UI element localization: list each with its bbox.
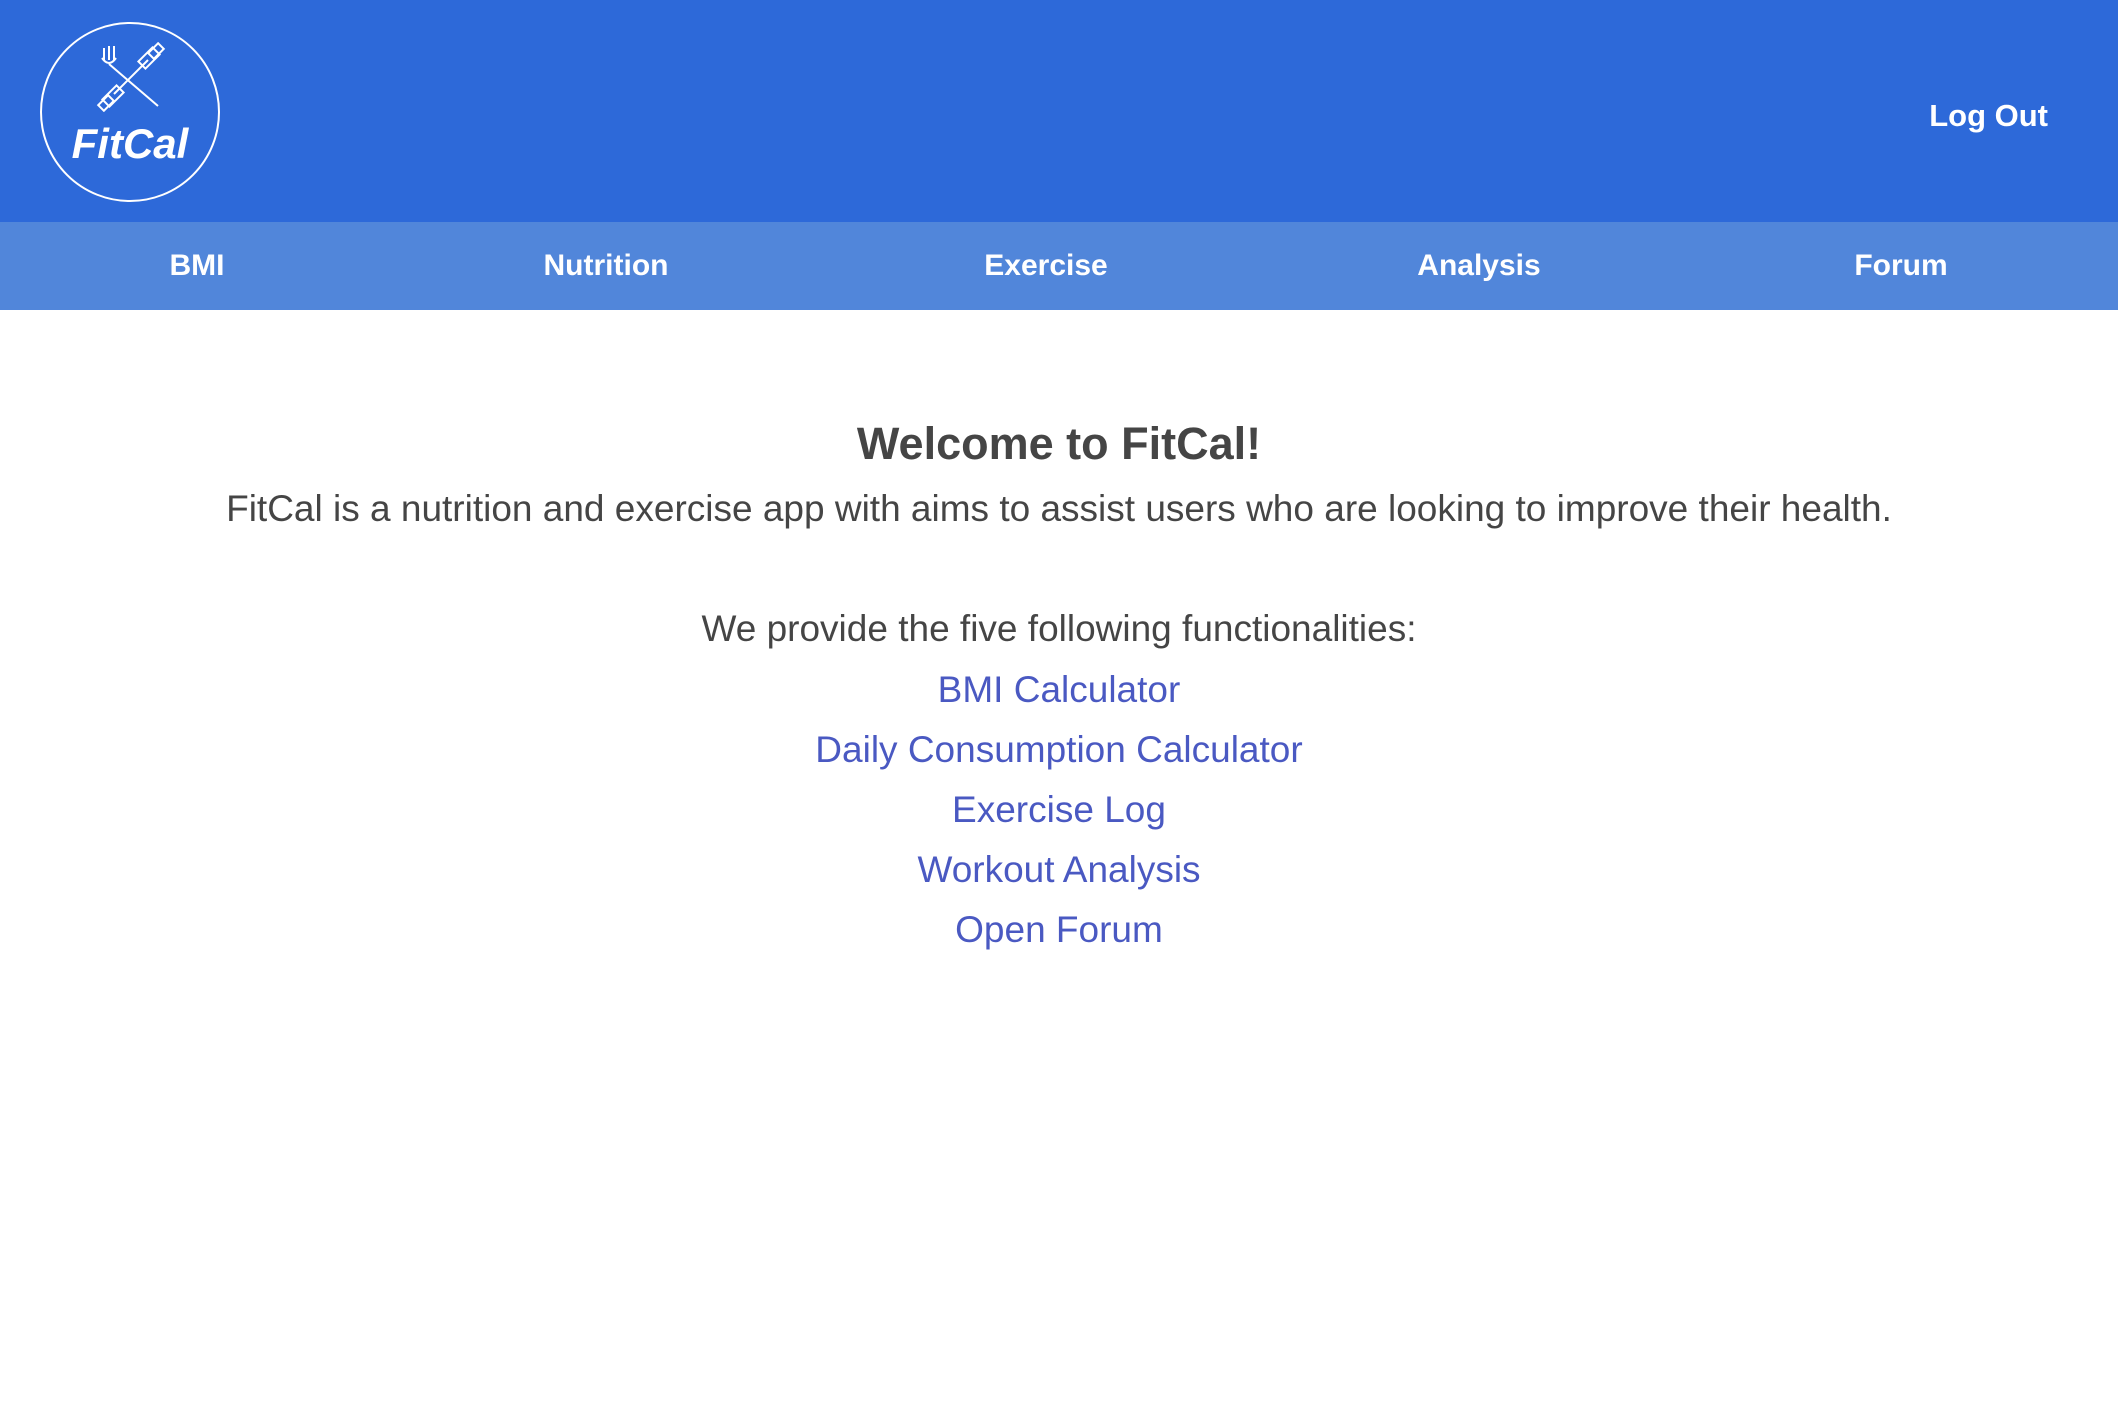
- list-item: Open Forum: [0, 900, 2118, 960]
- open-forum-link[interactable]: Open Forum: [955, 909, 1163, 950]
- daily-consumption-calculator-link[interactable]: Daily Consumption Calculator: [815, 729, 1302, 770]
- nav-item-exercise[interactable]: Exercise: [984, 222, 1107, 310]
- page-title: Welcome to FitCal!: [856, 418, 1262, 469]
- bmi-calculator-link[interactable]: BMI Calculator: [938, 669, 1181, 710]
- nav-item-forum[interactable]: Forum: [1854, 222, 1947, 310]
- fork-dumbbell-icon: [96, 42, 166, 112]
- header: FitCal Log Out: [0, 0, 2118, 222]
- list-item: BMI Calculator: [0, 660, 2118, 720]
- workout-analysis-link[interactable]: Workout Analysis: [917, 849, 1200, 890]
- exercise-log-link[interactable]: Exercise Log: [952, 789, 1166, 830]
- fitcal-logo[interactable]: FitCal: [40, 22, 220, 202]
- nav-item-nutrition[interactable]: Nutrition: [544, 222, 669, 310]
- logout-button[interactable]: Log Out: [1929, 98, 2048, 134]
- main-content: Welcome to FitCal! FitCal is a nutrition…: [0, 310, 2118, 960]
- logo-text: FitCal: [71, 120, 189, 167]
- intro-text: FitCal is a nutrition and exercise app w…: [226, 488, 1892, 529]
- list-item: Workout Analysis: [0, 840, 2118, 900]
- nav-item-bmi[interactable]: BMI: [170, 222, 225, 310]
- nav-item-analysis[interactable]: Analysis: [1417, 222, 1540, 310]
- list-item: Daily Consumption Calculator: [0, 720, 2118, 780]
- features-heading: We provide the five following functional…: [701, 608, 1417, 649]
- list-item: Exercise Log: [0, 780, 2118, 840]
- features-list: BMI Calculator Daily Consumption Calcula…: [0, 660, 2118, 960]
- main-nav: BMI Nutrition Exercise Analysis Forum: [0, 222, 2118, 310]
